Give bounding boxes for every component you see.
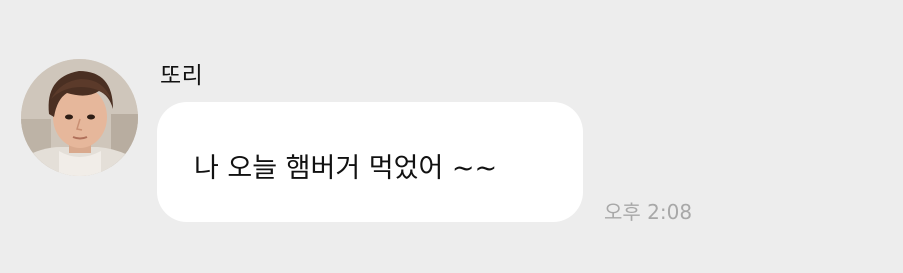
profile-photo-icon [21,59,138,176]
message-row: 또리 나 오늘 햄버거 먹었어 ~~ 오후 2:08 [0,0,903,273]
avatar[interactable] [21,59,138,176]
message-bubble[interactable]: 나 오늘 햄버거 먹었어 ~~ [157,102,583,222]
message-timestamp: 오후 2:08 [604,200,693,224]
message-text: 나 오늘 햄버거 먹었어 ~~ [194,153,498,184]
sender-name: 또리 [160,63,204,89]
